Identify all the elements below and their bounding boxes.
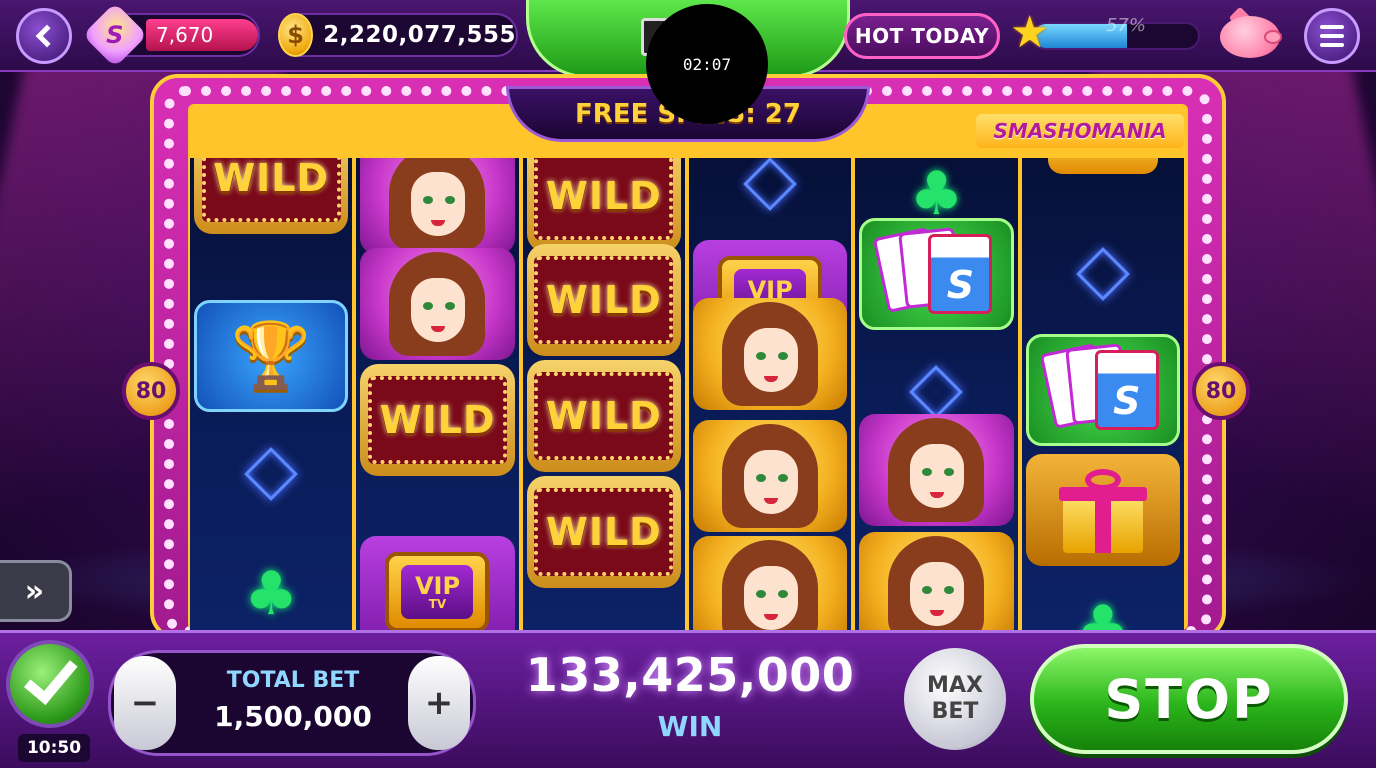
sbucks-balance[interactable]: S 7,670 [82, 2, 260, 68]
cards-icon: S [873, 226, 996, 322]
payline-count-right: 80 [1192, 362, 1250, 420]
reel-5: ♣ S [855, 158, 1018, 630]
wild-symbol: WILD [526, 158, 681, 252]
fast-forward-button[interactable]: » [0, 560, 72, 622]
lady-face-icon [722, 540, 819, 630]
trophy-icon: 🏆 [231, 319, 311, 393]
gift-box-icon [1055, 465, 1151, 555]
wild-label: WILD [534, 372, 674, 460]
cards-symbol: S [859, 218, 1014, 330]
diamond-symbol [194, 418, 348, 530]
diamond-icon [244, 447, 299, 501]
lady-face-icon [888, 536, 985, 630]
piggy-bank-button[interactable] [1216, 6, 1284, 62]
coin-value: 2,220,077,555 [323, 22, 516, 48]
win-label: WIN [657, 710, 723, 743]
level-progress[interactable]: 57% ★ [1010, 7, 1200, 58]
sbucks-value: 7,670 [146, 19, 258, 51]
vip-label: VIP [414, 572, 461, 600]
vip-tv-symbol: VIPTV [360, 536, 515, 630]
increase-bet-button[interactable]: + [408, 656, 470, 750]
recording-timer: 02:07 [646, 4, 768, 124]
diamond-symbol [693, 158, 847, 240]
reels[interactable]: WILD🏆♣WILDVIPTVWILDWILDWILDWILDVIPTV♣SS♣ [190, 158, 1184, 630]
hot-today-button[interactable]: HOT TODAY [844, 13, 1000, 59]
total-bet-label: TOTAL BET [226, 668, 360, 693]
wild-label: WILD [534, 256, 674, 344]
cards-icon: S [1039, 342, 1163, 438]
card-letter: S [1094, 350, 1159, 430]
diamond-symbol [1026, 218, 1180, 330]
trophy-symbol: 🏆 [194, 300, 349, 412]
menu-button[interactable] [1304, 8, 1360, 64]
total-bet-value: 1,500,000 [214, 700, 372, 733]
reel-2: WILD VIP TV [356, 158, 519, 630]
back-button[interactable] [16, 8, 72, 64]
stop-button[interactable]: STOP [1030, 644, 1348, 754]
clock-time: 10:50 [18, 734, 90, 762]
reel-3: WILD WILD WILD WILD [522, 158, 685, 630]
wild-label: WILD [534, 488, 674, 576]
wild-symbol: WILD [360, 364, 515, 476]
card-letter: S [928, 234, 993, 314]
lady-face-icon [389, 252, 486, 356]
cards-symbol: S [1025, 334, 1180, 446]
club-icon: ♣ [244, 559, 299, 629]
diamond-icon [743, 158, 798, 211]
hamburger-icon [1320, 25, 1344, 47]
auto-spin-button[interactable] [6, 640, 94, 728]
wild-symbol: WILD [526, 476, 681, 588]
win-amount: 133,425,000 [525, 648, 855, 702]
vip-sub-label: TV [428, 597, 447, 611]
reel-6: S ♣ [1021, 158, 1184, 630]
wild-symbol: WILD [526, 360, 681, 472]
lady-symbol [692, 420, 848, 532]
wild-label: WILD [201, 158, 341, 222]
club-icon: ♣ [1075, 593, 1130, 630]
checkmark-icon [23, 648, 78, 705]
club-symbol: ♣ [194, 538, 348, 630]
coin-icon: $ [278, 13, 314, 57]
lady-symbol [692, 536, 848, 630]
decrease-bet-button[interactable]: − [114, 656, 176, 750]
lady-face-icon [722, 424, 819, 528]
wild-label: WILD [534, 158, 674, 240]
level-progress-text: 57% [1105, 15, 1146, 36]
max-bet-label-line1: MAX [927, 672, 983, 698]
wild-symbol: WILD [194, 158, 349, 234]
chevron-left-icon [35, 24, 59, 48]
gold-stack-symbol [1026, 158, 1180, 210]
lady-face-icon [722, 302, 819, 406]
wild-label: WILD [368, 376, 507, 464]
gold-stack-icon [1047, 158, 1158, 174]
gift-symbol [1025, 454, 1180, 566]
lady-symbol [859, 414, 1014, 526]
star-icon: ★ [1010, 7, 1050, 58]
wild-symbol: WILD [526, 244, 681, 356]
diamond-icon [1075, 247, 1130, 301]
payline-count-left: 80 [122, 362, 180, 420]
lady-face-icon [888, 418, 985, 522]
club-symbol: ♣ [1026, 572, 1180, 630]
reel-4: VIPTV [688, 158, 852, 630]
vip-tv-icon: VIPTV [385, 552, 490, 630]
max-bet-button[interactable]: MAX BET [904, 648, 1006, 750]
max-bet-label-line2: BET [931, 699, 979, 724]
reel-1: WILD 🏆 ♣ [190, 158, 353, 630]
lady-symbol [859, 532, 1014, 630]
lady-face-icon [389, 158, 486, 250]
diamond-icon [909, 365, 964, 419]
lady-symbol [360, 158, 515, 254]
coin-balance[interactable]: $ 2,220,077,555 [278, 13, 518, 57]
lady-symbol [692, 298, 848, 410]
game-logo: SMASHOMANIA [976, 114, 1184, 148]
lady-symbol [360, 248, 515, 360]
piggy-bank-snout [1264, 30, 1282, 44]
club-icon: ♣ [909, 159, 964, 229]
